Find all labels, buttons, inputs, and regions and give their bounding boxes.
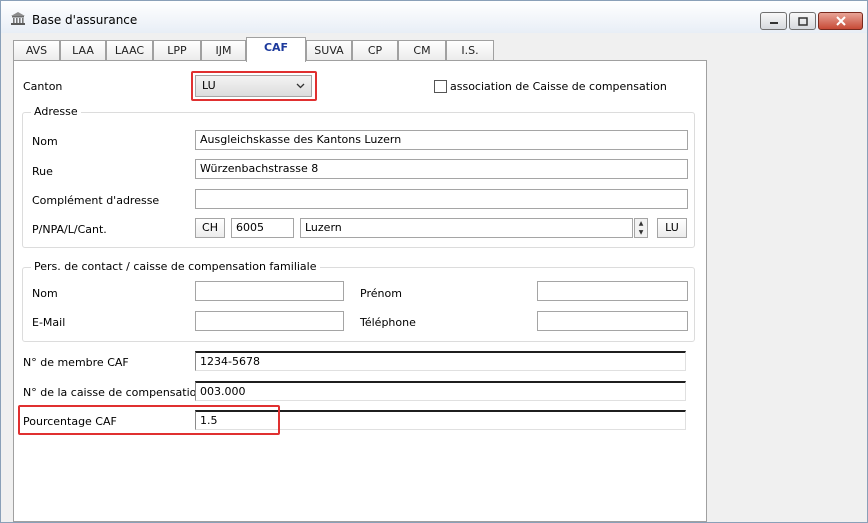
tab-label: CAF <box>263 41 289 54</box>
contact-group-title: Pers. de contact / caisse de compensatio… <box>31 260 320 273</box>
window-title: Base d'assurance <box>32 13 138 27</box>
address-group-title: Adresse <box>31 105 81 118</box>
address-name-label: Nom <box>32 135 58 148</box>
minimize-icon <box>769 22 778 24</box>
tab-suva[interactable]: SUVA <box>306 40 352 60</box>
address-street-label: Rue <box>32 165 53 178</box>
contact-phone-field[interactable] <box>537 311 688 331</box>
address-locality-label: P/NPA/L/Cant. <box>32 223 107 236</box>
tab-label: LAA <box>72 44 94 57</box>
tab-panel-caf: Canton LU association de Caisse de compe… <box>13 60 707 522</box>
tab-label: I.S. <box>461 44 479 57</box>
tab-cm[interactable]: CM <box>398 40 446 60</box>
close-button[interactable] <box>818 12 863 30</box>
percentage-highlight <box>18 405 280 435</box>
contact-firstname-field[interactable] <box>537 281 688 301</box>
arrow-up-icon[interactable]: ▲ <box>635 219 647 228</box>
address-street-field[interactable]: Würzenbachstrasse 8 <box>195 159 688 179</box>
member-number-label: N° de membre CAF <box>23 356 129 369</box>
zip-field[interactable]: 6005 <box>231 218 294 238</box>
contact-firstname-label: Prénom <box>360 287 402 300</box>
tab-ijm[interactable]: IJM <box>201 40 246 60</box>
arrow-down-icon[interactable]: ▼ <box>635 228 647 237</box>
fund-number-field[interactable]: 003.000 <box>195 381 686 401</box>
tab-lpp[interactable]: LPP <box>153 40 201 60</box>
tab-label: AVS <box>25 44 48 57</box>
tab-label: CP <box>367 44 383 57</box>
member-number-field[interactable]: 1234-5678 <box>195 351 686 371</box>
minimize-button[interactable] <box>760 12 787 30</box>
address-name-field[interactable]: Ausgleichskasse des Kantons Luzern <box>195 130 688 150</box>
contact-name-label: Nom <box>32 287 58 300</box>
address-complement-label: Complément d'adresse <box>32 194 160 207</box>
contact-phone-label: Téléphone <box>360 316 416 329</box>
city-spinner[interactable]: ▲ ▼ <box>634 218 648 238</box>
canton-label: Canton <box>23 80 63 93</box>
association-label: association de Caisse de compensation <box>450 80 667 93</box>
contact-email-label: E-Mail <box>32 316 66 329</box>
association-checkbox[interactable] <box>434 80 447 93</box>
locality-canton-field[interactable]: LU <box>657 218 687 238</box>
tab-laac[interactable]: LAAC <box>106 40 153 60</box>
canton-highlight <box>191 71 317 101</box>
tab-label: LAAC <box>114 44 145 57</box>
close-icon <box>835 16 846 26</box>
maximize-button[interactable] <box>789 12 816 30</box>
fund-number-label: N° de la caisse de compensation <box>23 386 204 399</box>
tab-caf[interactable]: CAF <box>246 37 306 62</box>
tab-laa[interactable]: LAA <box>60 40 106 60</box>
tab-label: LPP <box>167 44 187 57</box>
tab-avs[interactable]: AVS <box>13 40 60 60</box>
contact-name-field[interactable] <box>195 281 344 301</box>
tab-label: IJM <box>215 44 232 57</box>
tab-label: CM <box>413 44 431 57</box>
app-window: Base d'assurance AVS LAA LAAC LPP IJM CA… <box>0 0 868 523</box>
tab-cp[interactable]: CP <box>352 40 398 60</box>
address-complement-field[interactable] <box>195 189 688 209</box>
maximize-icon <box>797 16 808 26</box>
title-bar: Base d'assurance <box>1 1 867 33</box>
building-icon <box>11 12 25 25</box>
tab-is[interactable]: I.S. <box>446 40 494 60</box>
city-field[interactable]: Luzern <box>300 218 633 238</box>
tab-label: SUVA <box>314 44 344 57</box>
contact-email-field[interactable] <box>195 311 344 331</box>
country-field[interactable]: CH <box>195 218 225 238</box>
